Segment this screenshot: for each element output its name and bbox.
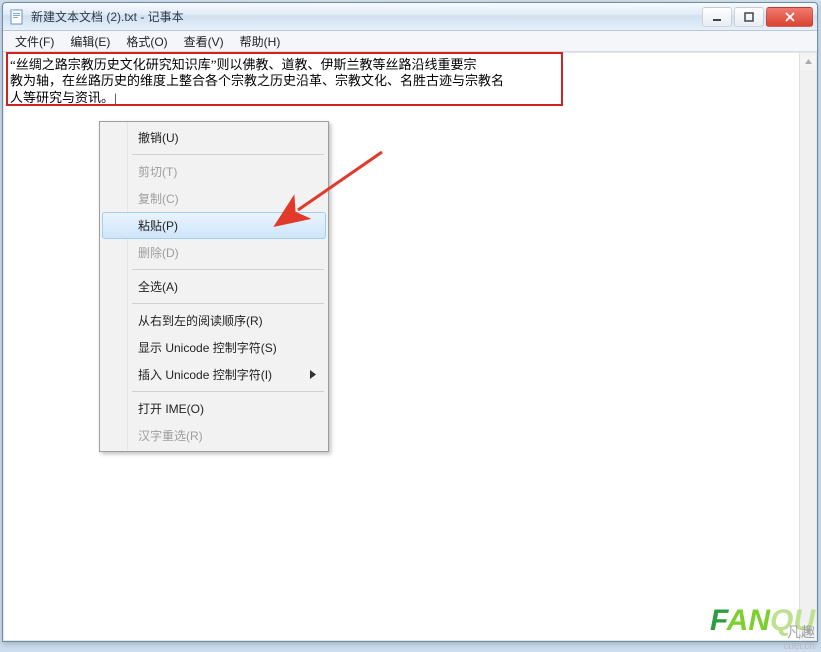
ctx-copy: 复制(C) — [102, 185, 326, 212]
ctx-insert-unicode[interactable]: 插入 Unicode 控制字符(I) — [102, 361, 326, 388]
ctx-cut: 剪切(T) — [102, 158, 326, 185]
watermark-an: AN — [727, 604, 770, 637]
ctx-delete: 删除(D) — [102, 239, 326, 266]
ctx-separator — [132, 391, 324, 392]
ctx-select-all[interactable]: 全选(A) — [102, 273, 326, 300]
vertical-scrollbar[interactable] — [799, 53, 816, 640]
ctx-separator — [132, 303, 324, 304]
ctx-show-unicode[interactable]: 显示 Unicode 控制字符(S) — [102, 334, 326, 361]
close-button[interactable] — [766, 7, 813, 27]
scroll-up-button[interactable] — [800, 53, 816, 70]
ctx-paste[interactable]: 粘贴(P) — [102, 212, 326, 239]
ctx-separator — [132, 269, 324, 270]
menu-help[interactable]: 帮助(H) — [232, 31, 289, 52]
window-title: 新建文本文档 (2).txt - 记事本 — [31, 8, 702, 25]
menu-edit[interactable]: 编辑(E) — [62, 31, 118, 52]
menu-file[interactable]: 文件(F) — [7, 31, 62, 52]
notepad-icon — [9, 9, 25, 25]
ctx-rtl-reading[interactable]: 从右到左的阅读顺序(R) — [102, 307, 326, 334]
context-menu: 撤销(U) 剪切(T) 复制(C) 粘贴(P) 删除(D) 全选(A) 从右到左… — [99, 121, 329, 452]
menu-format[interactable]: 格式(O) — [118, 31, 175, 52]
minimize-button[interactable] — [702, 7, 732, 27]
ctx-open-ime[interactable]: 打开 IME(O) — [102, 395, 326, 422]
ctx-separator — [132, 154, 324, 155]
ctx-undo[interactable]: 撤销(U) — [102, 124, 326, 151]
submenu-arrow-icon — [310, 368, 316, 382]
maximize-button[interactable] — [734, 7, 764, 27]
ctx-hanzi-reselect: 汉字重选(R) — [102, 422, 326, 449]
menu-view[interactable]: 查看(V) — [176, 31, 232, 52]
watermark-cn: 凡趣 — [787, 622, 815, 642]
menubar: 文件(F) 编辑(E) 格式(O) 查看(V) 帮助(H) — [3, 31, 817, 52]
titlebar[interactable]: 新建文本文档 (2).txt - 记事本 — [3, 3, 817, 31]
watermark-f: F — [710, 604, 727, 637]
ctx-insert-unicode-label: 插入 Unicode 控制字符(I) — [138, 368, 272, 382]
watermark-sub: cuel.cn — [783, 641, 815, 652]
